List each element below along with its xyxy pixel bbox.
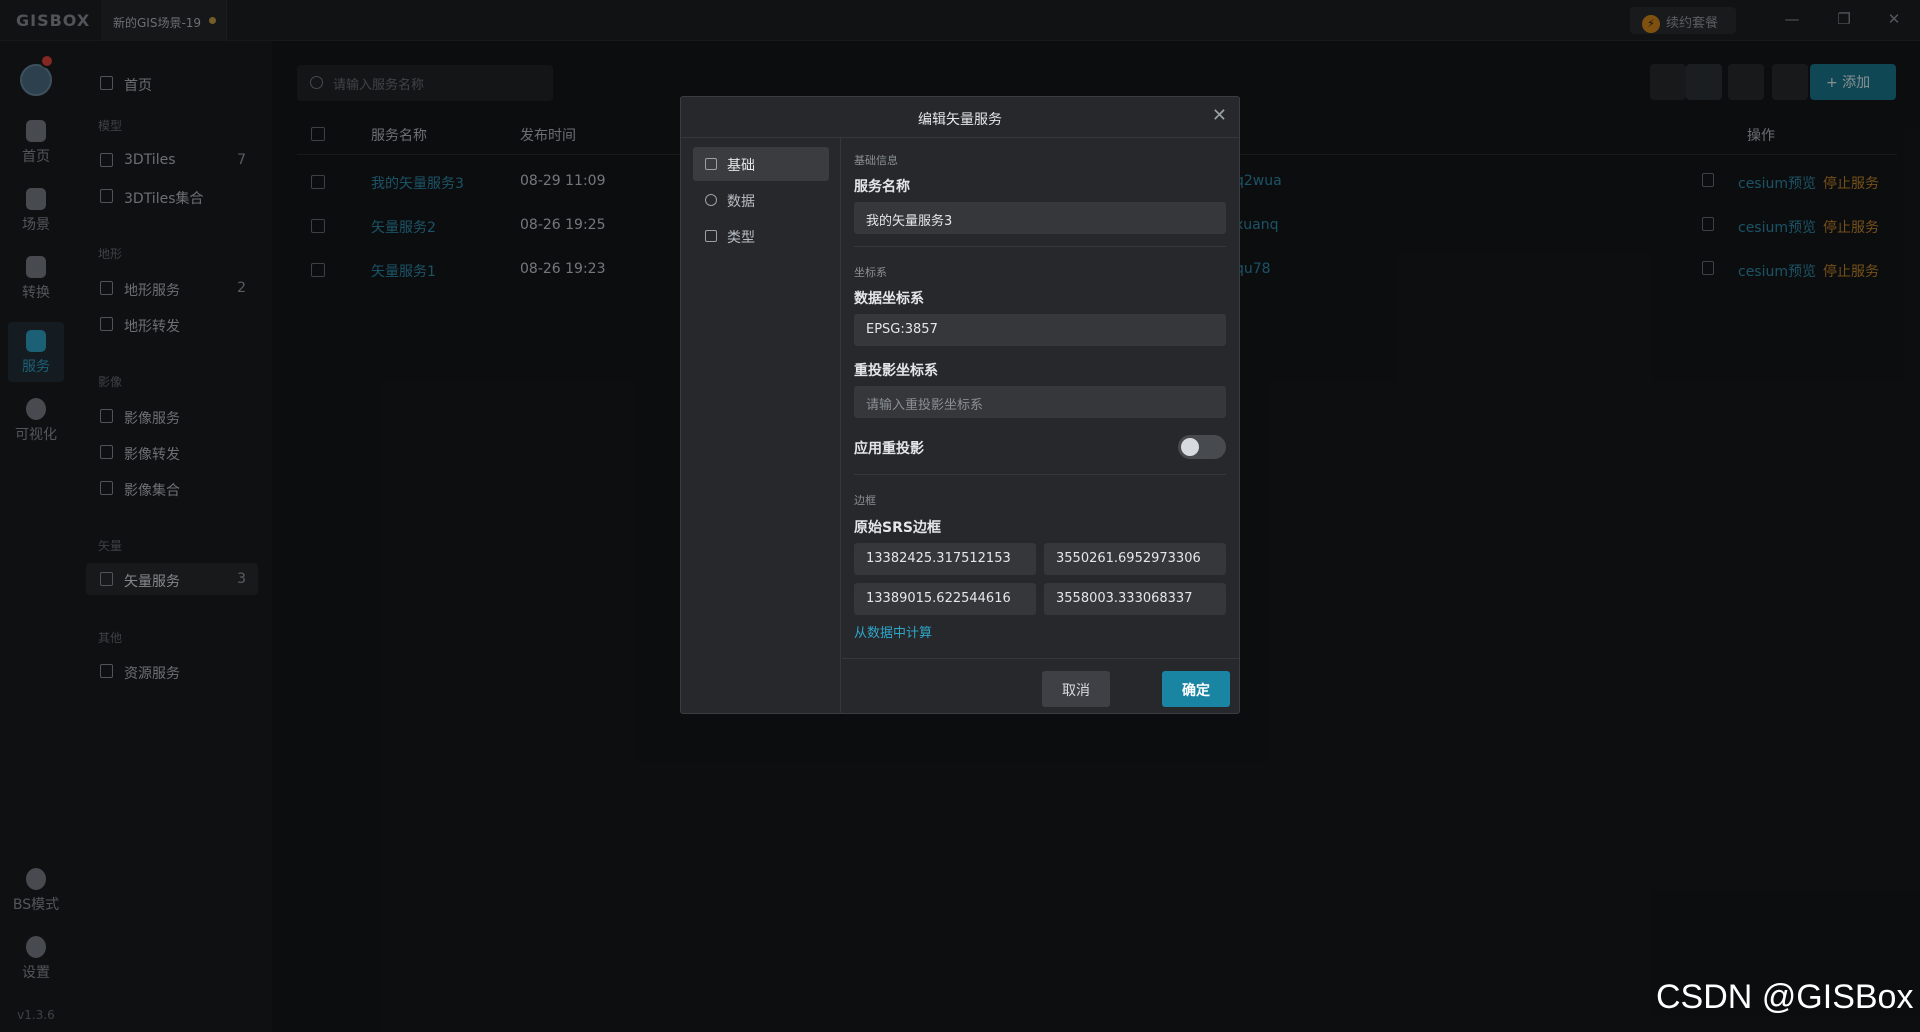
- tab-basic[interactable]: 基础: [693, 147, 829, 181]
- tab-type[interactable]: 类型: [693, 219, 829, 253]
- data-crs-label: 数据坐标系: [854, 291, 924, 307]
- reproj-crs-label: 重投影坐标系: [854, 363, 938, 379]
- dialog-footer: 取消 确定: [842, 658, 1239, 714]
- database-icon: [705, 194, 717, 206]
- divider: [854, 474, 1226, 475]
- dialog-header: 编辑矢量服务 ✕: [681, 97, 1239, 138]
- type-icon: [705, 230, 717, 242]
- calc-from-data-link[interactable]: 从数据中计算: [854, 622, 932, 641]
- data-crs-input[interactable]: EPSG:3857: [854, 314, 1226, 346]
- close-icon[interactable]: ✕: [1212, 105, 1227, 126]
- apply-reproj-toggle[interactable]: [1178, 435, 1226, 459]
- basic-icon: [705, 158, 717, 170]
- divider: [854, 246, 1226, 247]
- section-crs: 坐标系: [854, 266, 887, 279]
- bbox-max-x-input[interactable]: 13389015.622544616: [854, 583, 1036, 615]
- dialog-body: 基础信息 服务名称 我的矢量服务3 坐标系 数据坐标系 EPSG:3857 重投…: [842, 138, 1239, 658]
- dialog-title: 编辑矢量服务: [918, 112, 1002, 128]
- dialog-nav: 基础 数据 类型: [681, 138, 841, 714]
- tab-label: 数据: [727, 194, 755, 210]
- service-name-input[interactable]: 我的矢量服务3: [854, 202, 1226, 234]
- tab-label: 基础: [727, 158, 755, 174]
- edit-vector-service-dialog: 编辑矢量服务 ✕ 基础 数据 类型 基础信息 服务名称 我的矢量服务3 坐标系 …: [680, 96, 1240, 714]
- tab-label: 类型: [727, 230, 755, 246]
- service-name-label: 服务名称: [854, 179, 910, 195]
- bbox-label: 原始SRS边框: [854, 520, 941, 536]
- section-bbox: 边框: [854, 494, 876, 507]
- tab-data[interactable]: 数据: [693, 183, 829, 217]
- confirm-button[interactable]: 确定: [1162, 671, 1230, 707]
- cancel-button[interactable]: 取消: [1042, 671, 1110, 707]
- bbox-min-y-input[interactable]: 3550261.6952973306: [1044, 543, 1226, 575]
- apply-reproj-label: 应用重投影: [854, 441, 924, 457]
- bbox-max-y-input[interactable]: 3558003.333068337: [1044, 583, 1226, 615]
- reproj-crs-input[interactable]: 请输入重投影坐标系: [854, 386, 1226, 418]
- section-basic: 基础信息: [854, 154, 898, 167]
- toggle-knob: [1181, 438, 1199, 456]
- bbox-min-x-input[interactable]: 13382425.317512153: [854, 543, 1036, 575]
- watermark: CSDN @GISBox: [1656, 978, 1914, 1016]
